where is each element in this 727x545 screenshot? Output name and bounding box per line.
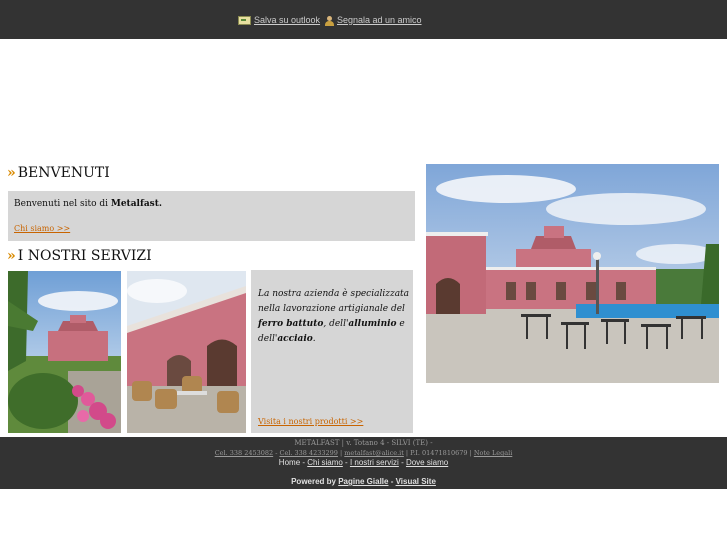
services-title: I NOSTRI SERVIZI bbox=[17, 248, 152, 264]
services-bold-acciaio: acciaio bbox=[277, 334, 313, 344]
top-bar: Salva su outlook Segnala ad un amico bbox=[0, 0, 727, 39]
welcome-text-prefix: Benvenuti nel sito di bbox=[14, 199, 111, 209]
footer: METALFAST | v. Totano 4 - SILVI (TE) - C… bbox=[0, 437, 727, 489]
save-outlook-label: Salva su outlook bbox=[254, 15, 321, 25]
footer-contacts: Cel. 338 2453082 - Cel. 338 4233299 | me… bbox=[0, 449, 727, 457]
footer-cell-2[interactable]: Cel. 338 4233299 bbox=[279, 449, 337, 457]
welcome-title: BENVENUTI bbox=[17, 165, 110, 181]
services-text-part: , dell' bbox=[323, 319, 349, 329]
chi-siamo-link[interactable]: Chi siamo >> bbox=[14, 224, 70, 233]
footer-nav-sep: - bbox=[398, 458, 406, 467]
footer-nav-dove-siamo[interactable]: Dove siamo bbox=[406, 458, 448, 467]
footer-nav-home[interactable]: Home bbox=[279, 458, 300, 467]
powered-sep: - bbox=[388, 477, 396, 486]
villa-garden-photo bbox=[8, 271, 121, 433]
footer-nav-servizi[interactable]: I nostri servizi bbox=[350, 458, 399, 467]
welcome-text: Benvenuti nel sito di Metalfast. bbox=[14, 199, 162, 209]
footer-powered: Powered by Pagine Gialle - Visual Site bbox=[0, 477, 727, 486]
double-chevron-icon: » bbox=[7, 165, 16, 181]
save-outlook-link[interactable]: Salva su outlook bbox=[238, 15, 321, 26]
services-text: La nostra azienda è specializzata nella … bbox=[258, 287, 410, 347]
footer-nav-sep: - bbox=[342, 458, 350, 467]
footer-cell-1[interactable]: Cel. 338 2453082 bbox=[215, 449, 273, 457]
villa-terrace-photo bbox=[127, 271, 246, 433]
welcome-brand: Metalfast. bbox=[110, 199, 163, 209]
footer-email-link[interactable]: metalfast@alice.it bbox=[344, 449, 404, 457]
double-chevron-icon: » bbox=[7, 248, 16, 264]
powered-prefix: Powered by bbox=[291, 477, 339, 486]
footer-legal-link[interactable]: Note Legali bbox=[474, 449, 512, 457]
pagine-gialle-link[interactable]: Pagine Gialle bbox=[338, 477, 388, 486]
footer-address: METALFAST | v. Totano 4 - SILVI (TE) - bbox=[294, 439, 433, 447]
footer-nav-chi-siamo[interactable]: Chi siamo bbox=[307, 458, 343, 467]
services-heading: » I NOSTRI SERVIZI bbox=[7, 248, 152, 264]
recommend-friend-label: Segnala ad un amico bbox=[337, 15, 422, 25]
services-box: La nostra azienda è specializzata nella … bbox=[251, 270, 413, 433]
services-text-part: La nostra azienda è specializzata nella … bbox=[258, 289, 410, 314]
recommend-friend-link[interactable]: Segnala ad un amico bbox=[324, 15, 422, 26]
visual-site-link[interactable]: Visual Site bbox=[396, 477, 436, 486]
services-bold-alluminio: alluminio bbox=[348, 319, 397, 329]
friend-icon bbox=[324, 15, 334, 26]
welcome-heading: » BENVENUTI bbox=[7, 165, 110, 181]
welcome-box: Benvenuti nel sito di Metalfast. Chi sia… bbox=[8, 191, 415, 241]
footer-vat: | P.I. 01471810679 | bbox=[403, 449, 474, 457]
services-bold-ferro: ferro battuto bbox=[258, 319, 324, 329]
services-text-part: . bbox=[312, 334, 316, 344]
footer-nav: Home - Chi siamo - I nostri servizi - Do… bbox=[0, 458, 727, 467]
visit-products-link[interactable]: Visita i nostri prodotti >> bbox=[258, 417, 363, 426]
outlook-card-icon bbox=[238, 16, 251, 26]
villa-pool-photo bbox=[426, 164, 719, 383]
